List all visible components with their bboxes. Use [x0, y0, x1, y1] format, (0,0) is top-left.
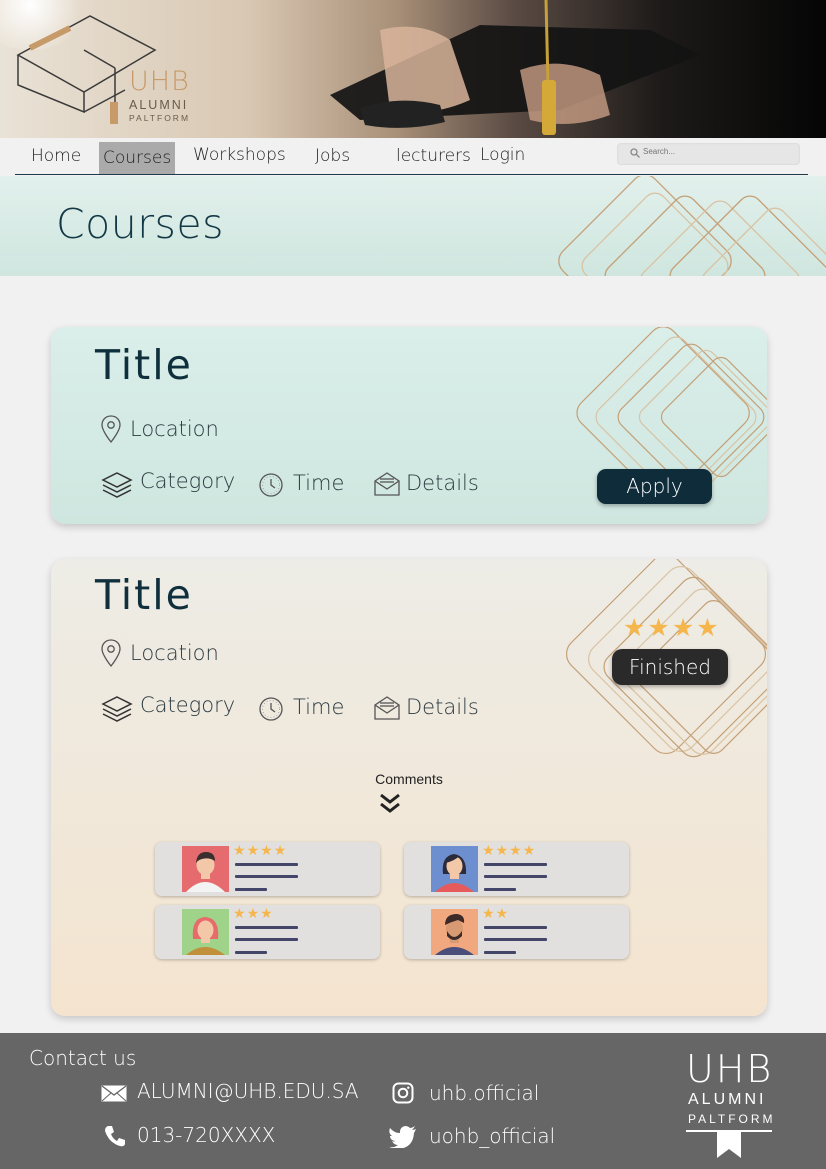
footer: Contact us ALUMNI@UHB.EDU.SA 013-720XXXX…	[0, 1033, 826, 1169]
comments-toggle-label[interactable]: Comments	[51, 771, 767, 787]
phone-icon	[105, 1126, 125, 1147]
comment-text-line	[484, 926, 547, 929]
graduation-photo	[16, 0, 700, 135]
comment-card[interactable]: ★ ★ ★ ★	[404, 842, 629, 896]
comment-text-line	[484, 863, 547, 866]
course-location: Location	[130, 641, 219, 665]
star-icon: ★	[623, 614, 646, 642]
comment-text-line	[484, 875, 547, 878]
status-badge: Finished	[612, 649, 728, 685]
layers-icon	[101, 472, 133, 498]
envelope-open-icon	[374, 472, 400, 496]
comment-card[interactable]: ★ ★ ★ ★	[155, 842, 380, 896]
footer-twitter[interactable]: uohb_official	[429, 1124, 555, 1148]
contact-title: Contact us	[29, 1046, 137, 1070]
comment-text-line	[235, 926, 298, 929]
course-details[interactable]: Details	[406, 695, 479, 719]
nav-item-workshops[interactable]: Workshops	[193, 145, 286, 165]
apply-button[interactable]: Apply	[597, 469, 712, 504]
decorative-diamonds	[558, 176, 826, 276]
footer-email[interactable]: ALUMNI@UHB.EDU.SA	[137, 1079, 359, 1103]
footer-logo-platform: PALTFORM	[688, 1112, 776, 1126]
logo-text-uhb: UHB	[129, 66, 190, 97]
bookmark-logo-icon	[686, 1130, 772, 1158]
nav-item-home[interactable]: Home	[31, 146, 81, 166]
avatar	[431, 846, 478, 892]
search-icon	[630, 148, 640, 158]
comment-text-line	[484, 951, 516, 954]
star-icon: ★	[671, 614, 695, 642]
comment-rating: ★ ★ ★	[233, 905, 273, 921]
comment-text-line	[484, 938, 547, 941]
course-category: Category	[140, 693, 236, 717]
star-icon: ★	[696, 614, 719, 642]
avatar	[182, 909, 229, 955]
star-icon: ★	[647, 614, 670, 642]
footer-instagram[interactable]: uhb.official	[429, 1081, 539, 1105]
logo-text-platform: PALTFORM	[129, 113, 191, 123]
course-title: Title	[95, 571, 193, 619]
course-card[interactable]: Title Location Category Time Details App…	[51, 327, 767, 524]
layers-icon	[101, 696, 133, 722]
envelope-open-icon	[374, 696, 400, 720]
search-input[interactable]	[643, 147, 793, 156]
location-pin-icon	[101, 415, 121, 443]
page-header-band: Courses	[0, 176, 826, 276]
course-location: Location	[130, 417, 219, 441]
nav-item-jobs[interactable]: Jobs	[315, 146, 350, 166]
twitter-icon	[389, 1126, 416, 1148]
nav-item-courses[interactable]: Courses	[99, 142, 176, 174]
instagram-icon	[392, 1082, 414, 1104]
course-details[interactable]: Details	[406, 471, 479, 495]
comment-text-line	[235, 875, 298, 878]
comment-text-line	[484, 888, 516, 891]
mail-icon	[101, 1085, 127, 1102]
avatar	[431, 909, 478, 955]
hero-banner: UHB ALUMNI PALTFORM	[0, 0, 826, 138]
comment-rating: ★ ★ ★ ★	[482, 842, 536, 858]
double-chevron-down-icon[interactable]	[378, 792, 402, 816]
footer-phone[interactable]: 013-720XXXX	[137, 1123, 275, 1147]
search-box[interactable]	[617, 143, 800, 165]
clock-icon	[259, 697, 283, 721]
clock-icon	[259, 473, 283, 497]
course-card[interactable]: Title Location Category Time Details ★ ★…	[51, 559, 767, 1016]
avatar	[182, 846, 229, 892]
course-time: Time	[293, 471, 345, 495]
location-pin-icon	[101, 639, 121, 667]
nav-item-login[interactable]: Login	[480, 145, 525, 165]
course-rating: ★ ★ ★ ★	[623, 616, 719, 641]
comment-rating: ★ ★	[482, 905, 509, 921]
comment-card[interactable]: ★ ★	[404, 905, 629, 959]
course-title: Title	[95, 341, 193, 389]
comment-card[interactable]: ★ ★ ★	[155, 905, 380, 959]
comment-text-line	[235, 888, 267, 891]
comment-rating: ★ ★ ★ ★	[233, 842, 287, 858]
nav-item-lecturers[interactable]: lecturers	[396, 146, 471, 166]
course-category: Category	[140, 469, 236, 493]
comment-text-line	[235, 938, 298, 941]
logo-text-alumni: ALUMNI	[129, 98, 189, 112]
comment-text-line	[235, 863, 298, 866]
comment-text-line	[235, 951, 267, 954]
top-nav: Home Courses Workshops Jobs lecturers Lo…	[0, 138, 826, 176]
course-time: Time	[293, 695, 345, 719]
nav-divider	[15, 174, 808, 175]
footer-logo-uhb: UHB	[686, 1047, 774, 1091]
footer-logo-alumni: ALUMNI	[688, 1091, 767, 1108]
